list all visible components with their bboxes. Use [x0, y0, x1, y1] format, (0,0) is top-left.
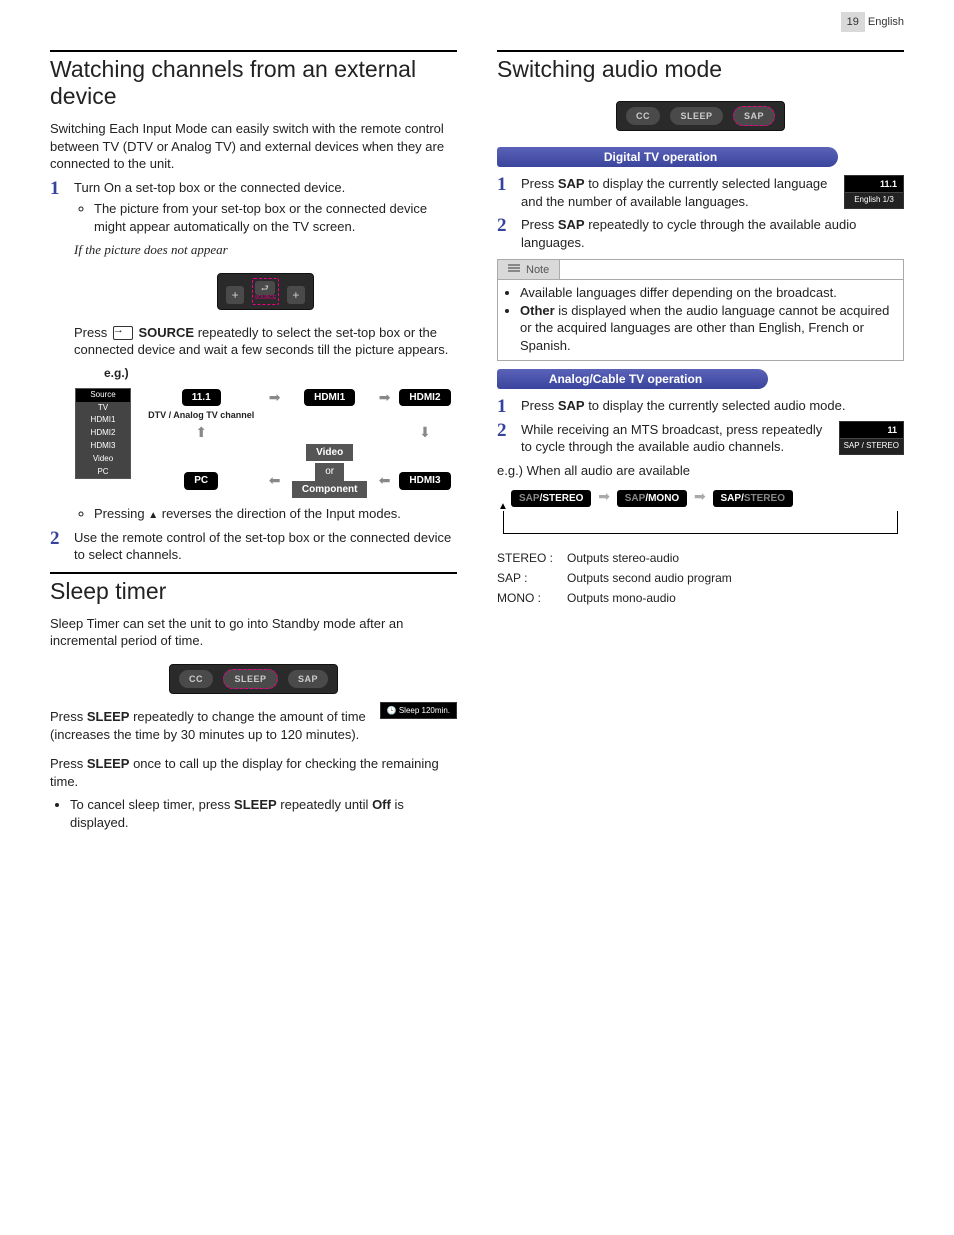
arrow-right-icon: ➡	[598, 488, 610, 504]
page-header: 19 English	[50, 12, 904, 32]
arrow-left-icon: ⬅	[376, 462, 393, 499]
source-item: Video	[76, 453, 130, 466]
right-column: Switching audio mode CC SLEEP SAP Digita…	[497, 42, 904, 835]
sleep-press-text: Press SLEEP repeatedly to change the amo…	[50, 708, 370, 743]
vol-minus-icon: +	[226, 286, 244, 304]
note-icon	[508, 263, 520, 273]
chip-mono: SAP/MONO	[617, 490, 687, 507]
page-language: English	[868, 16, 904, 28]
cc-button-icon: CC	[626, 107, 660, 125]
digital-tv-header: Digital TV operation	[497, 147, 824, 167]
analog-steps: Press SAP to display the currently selec…	[497, 397, 904, 456]
osd-digital-indicator: 11.1 English 1/3	[844, 175, 904, 209]
node-11-1: 11.1	[182, 389, 221, 407]
osd-sleep-indicator: 🕒 Sleep 120min.	[380, 702, 457, 719]
audio-cycle-diagram: SAP/STEREO ➡ SAP/MONO ➡ SAP/STEREO	[497, 488, 904, 534]
sleep-intro: Sleep Timer can set the unit to go into …	[50, 615, 457, 650]
sleep-press-once: Press SLEEP once to call up the display …	[50, 755, 457, 790]
sap-button-icon: SAP	[733, 106, 775, 126]
source-table-header: Source	[76, 389, 130, 402]
loop-line	[503, 511, 898, 534]
step1-bullet: The picture from your set-top box or the…	[94, 200, 457, 235]
analog-step-1: Press SAP to display the currently selec…	[497, 397, 904, 415]
node-video: Video	[306, 444, 353, 462]
arrow-right-icon: ➡	[694, 488, 706, 504]
node-hdmi1: HDMI1	[304, 389, 355, 407]
page-number: 19	[841, 12, 865, 32]
eg-all-audio: e.g.) When all audio are available	[497, 462, 904, 480]
note-item: Available languages differ depending on …	[520, 284, 895, 302]
digital-steps: Press SAP to display the currently selec…	[497, 175, 904, 251]
audio-definitions: STEREO :Outputs stereo-audio SAP :Output…	[497, 548, 746, 608]
source-word: SOURCE	[138, 325, 194, 340]
cycle-note: Pressing ▲ reverses the direction of the…	[94, 505, 457, 523]
remote-sap-graphic: CC SLEEP SAP	[497, 93, 904, 139]
source-icon	[113, 326, 133, 340]
steps-list: Turn On a set-top box or the connected d…	[50, 179, 457, 564]
analog-tv-header: Analog/Cable TV operation	[497, 369, 754, 389]
input-cycle-diagram: Source TV HDMI1 HDMI2 HDMI3 Video PC	[74, 387, 457, 499]
arrow-left-icon: ⬅	[266, 462, 283, 499]
analog-step-2: While receiving an MTS broadcast, press …	[497, 421, 904, 456]
node-hdmi3: HDMI3	[399, 472, 450, 490]
sap-button-icon: SAP	[288, 670, 328, 688]
source-item: HDMI1	[76, 414, 130, 427]
sleep-cancel-bullet: To cancel sleep timer, press SLEEP repea…	[70, 796, 457, 831]
note-box: Note Available languages differ dependin…	[497, 259, 904, 361]
left-column: Watching channels from an external devic…	[50, 42, 457, 835]
section-title-sleep: Sleep timer	[50, 572, 457, 605]
step-2: Use the remote control of the set-top bo…	[50, 529, 457, 564]
def-row: MONO :Outputs mono-audio	[497, 588, 746, 608]
step-text: Turn On a set-top box or the connected d…	[74, 180, 345, 195]
node-or: or	[315, 463, 344, 481]
up-triangle-icon: ▲	[148, 510, 158, 521]
press-source-text: Press SOURCE repeatedly to select the se…	[74, 324, 457, 359]
source-item: HDMI2	[76, 427, 130, 440]
arrow-down-icon: ⬇	[393, 422, 457, 443]
node-pc: PC	[184, 472, 218, 490]
source-table: Source TV HDMI1 HDMI2 HDMI3 Video PC	[75, 388, 131, 480]
osd-analog-indicator: 11 SAP / STEREO	[839, 421, 904, 455]
digital-step-2: Press SAP repeatedly to cycle through th…	[497, 216, 904, 251]
step-1: Turn On a set-top box or the connected d…	[50, 179, 457, 523]
arrow-up-icon: ⬆	[136, 422, 266, 443]
vol-plus-icon: +	[287, 286, 305, 304]
section-intro: Switching Each Input Mode can easily swi…	[50, 120, 457, 173]
example-label: e.g.)	[104, 365, 457, 381]
arrow-right-icon: ➡	[266, 387, 283, 408]
node-hdmi2: HDMI2	[399, 389, 450, 407]
sleep-button-icon: SLEEP	[670, 107, 722, 125]
source-button-highlight: ⮐ SOURCE	[252, 278, 279, 305]
node-component: Component	[292, 481, 368, 499]
section-title-audio: Switching audio mode	[497, 50, 904, 83]
page: 19 English Watching channels from an ext…	[0, 0, 954, 875]
source-item: TV	[76, 402, 130, 415]
if-picture-note: If the picture does not appear	[74, 242, 228, 257]
note-tab: Note	[497, 259, 560, 279]
chip-sap: SAP/STEREO	[713, 490, 793, 507]
source-item: HDMI3	[76, 440, 130, 453]
def-row: SAP :Outputs second audio program	[497, 568, 746, 588]
def-row: STEREO :Outputs stereo-audio	[497, 548, 746, 568]
digital-step-1: Press SAP to display the currently selec…	[497, 175, 904, 210]
section-title-watching: Watching channels from an external devic…	[50, 50, 457, 110]
remote-source-graphic: + ⮐ SOURCE +	[74, 265, 457, 318]
sleep-button-icon: SLEEP	[223, 669, 277, 689]
cc-button-icon: CC	[179, 670, 213, 688]
note-item: Other is displayed when the audio langua…	[520, 302, 895, 355]
remote-sleep-graphic: CC SLEEP SAP	[50, 656, 457, 702]
arrow-right-icon: ➡	[376, 387, 393, 408]
chip-stereo: SAP/STEREO	[511, 490, 591, 507]
source-item: PC	[76, 466, 130, 479]
dtv-label: DTV / Analog TV channel	[136, 408, 266, 422]
